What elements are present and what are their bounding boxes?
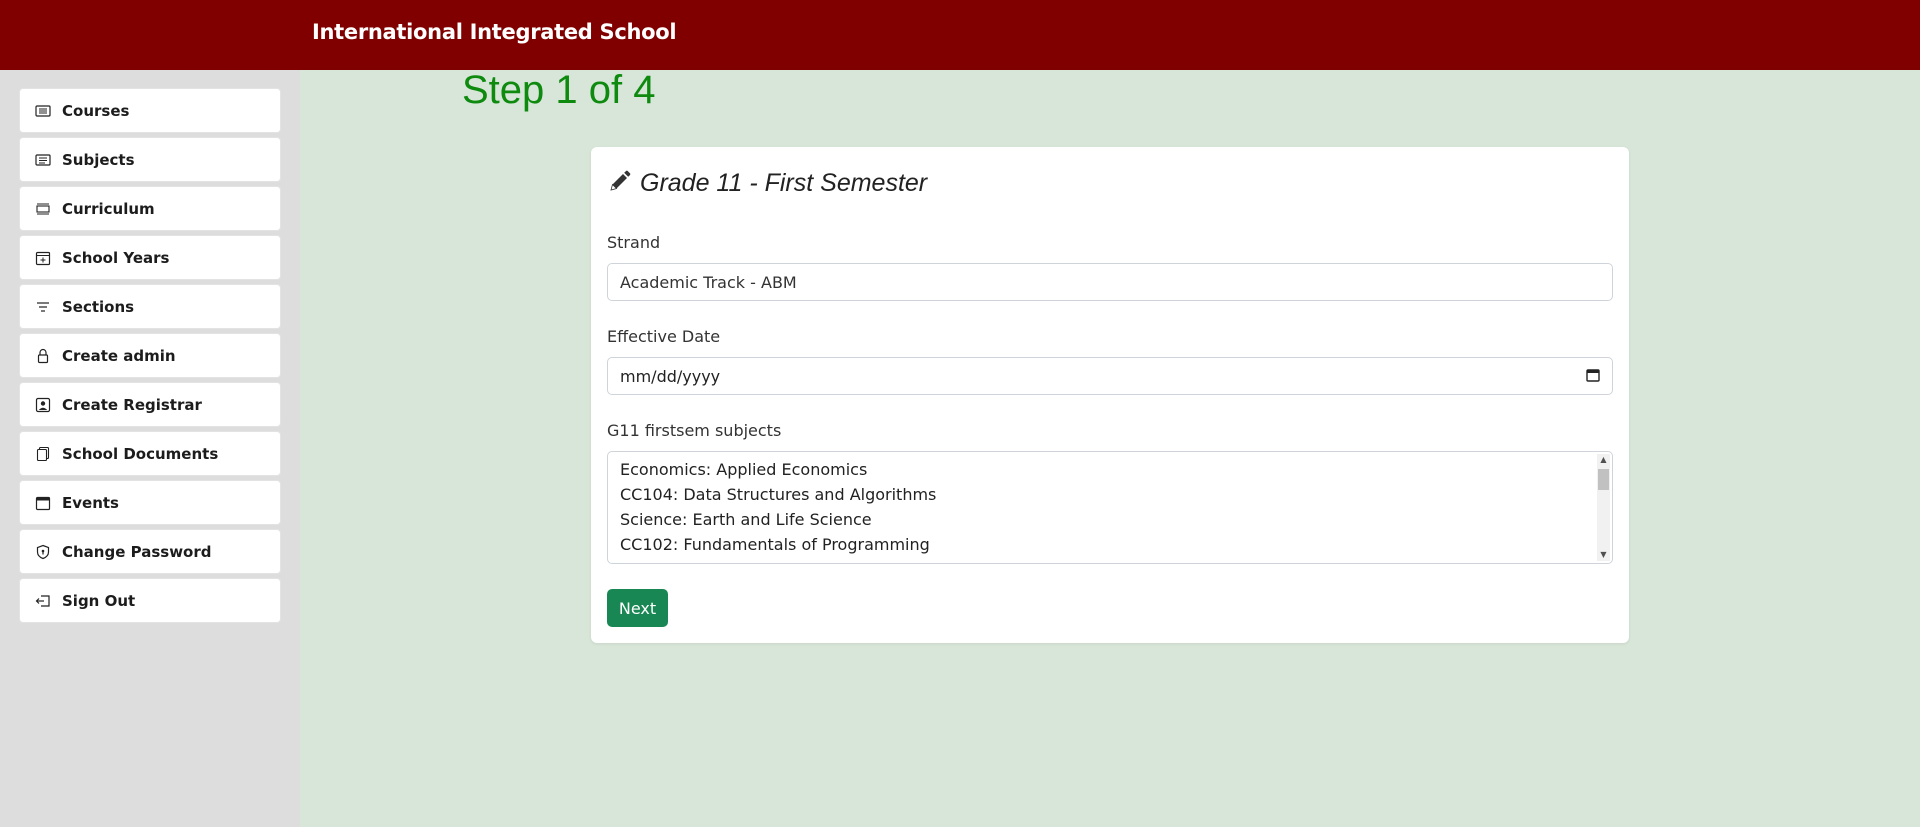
list-icon xyxy=(34,152,52,168)
sidebar-item-label: School Documents xyxy=(62,444,219,463)
strand-label: Strand xyxy=(607,233,661,252)
calendar-plus-icon xyxy=(34,250,52,266)
sidebar: Courses Subjects Curriculum School Years… xyxy=(0,70,300,827)
sidebar-item-label: Sections xyxy=(62,297,135,316)
strand-input[interactable] xyxy=(607,263,1613,301)
layers-icon xyxy=(34,201,52,217)
calendar-icon xyxy=(34,495,52,511)
school-name: International Integrated School xyxy=(312,20,677,44)
sidebar-item-sign-out[interactable]: Sign Out xyxy=(19,578,281,623)
shield-icon xyxy=(34,544,52,560)
sidebar-item-subjects[interactable]: Subjects xyxy=(19,137,281,182)
next-button[interactable]: Next xyxy=(607,589,668,627)
lock-icon xyxy=(34,348,52,364)
sidebar-item-school-years[interactable]: School Years xyxy=(19,235,281,280)
sidebar-item-label: School Years xyxy=(62,248,170,267)
scrollbar-thumb[interactable] xyxy=(1598,469,1609,490)
filter-icon xyxy=(34,299,52,315)
documents-icon xyxy=(34,446,52,462)
sidebar-item-label: Curriculum xyxy=(62,199,155,218)
list-item[interactable]: CC104: Data Structures and Algorithms xyxy=(620,485,936,504)
pencil-icon xyxy=(607,169,632,198)
sidebar-item-courses[interactable]: Courses xyxy=(19,88,281,133)
sidebar-item-change-password[interactable]: Change Password xyxy=(19,529,281,574)
sidebar-item-label: Subjects xyxy=(62,150,135,169)
sidebar-item-label: Create Registrar xyxy=(62,395,202,414)
top-bar: International Integrated School xyxy=(0,0,1920,70)
sidebar-item-label: Sign Out xyxy=(62,591,136,610)
list-item[interactable]: Economics: Applied Economics xyxy=(620,460,867,479)
listbox-scrollbar[interactable]: ▲ ▼ xyxy=(1597,454,1610,561)
ticket-icon xyxy=(34,103,52,119)
calendar-picker-icon[interactable] xyxy=(1586,367,1600,386)
effective-date-label: Effective Date xyxy=(607,327,721,346)
sidebar-item-label: Events xyxy=(62,493,119,512)
sidebar-item-curriculum[interactable]: Curriculum xyxy=(19,186,281,231)
date-placeholder: mm/dd/yyyy xyxy=(620,366,721,386)
effective-date-input[interactable]: mm/dd/yyyy xyxy=(607,357,1613,395)
list-item[interactable]: CC102: Fundamentals of Programming xyxy=(620,535,930,554)
sidebar-item-school-documents[interactable]: School Documents xyxy=(19,431,281,476)
form-title-text: Grade 11 - First Semester xyxy=(640,169,928,197)
scroll-down-icon[interactable]: ▼ xyxy=(1597,549,1610,561)
step-indicator: Step 1 of 4 xyxy=(462,68,656,112)
subjects-label: G11 firstsem subjects xyxy=(607,421,782,440)
sidebar-item-label: Change Password xyxy=(62,542,212,561)
sidebar-item-sections[interactable]: Sections xyxy=(19,284,281,329)
sidebar-item-create-admin[interactable]: Create admin xyxy=(19,333,281,378)
form-card: Grade 11 - First Semester Strand Effecti… xyxy=(591,147,1629,643)
sidebar-item-events[interactable]: Events xyxy=(19,480,281,525)
list-item[interactable]: Science: Earth and Life Science xyxy=(620,510,872,529)
sidebar-item-create-registrar[interactable]: Create Registrar xyxy=(19,382,281,427)
scroll-up-icon[interactable]: ▲ xyxy=(1597,454,1610,466)
subjects-listbox[interactable]: Economics: Applied Economics CC104: Data… xyxy=(607,451,1613,564)
sidebar-item-label: Create admin xyxy=(62,346,176,365)
form-title: Grade 11 - First Semester xyxy=(607,169,927,198)
sign-out-icon xyxy=(34,593,52,609)
sidebar-item-label: Courses xyxy=(62,101,130,120)
person-badge-icon xyxy=(34,397,52,413)
